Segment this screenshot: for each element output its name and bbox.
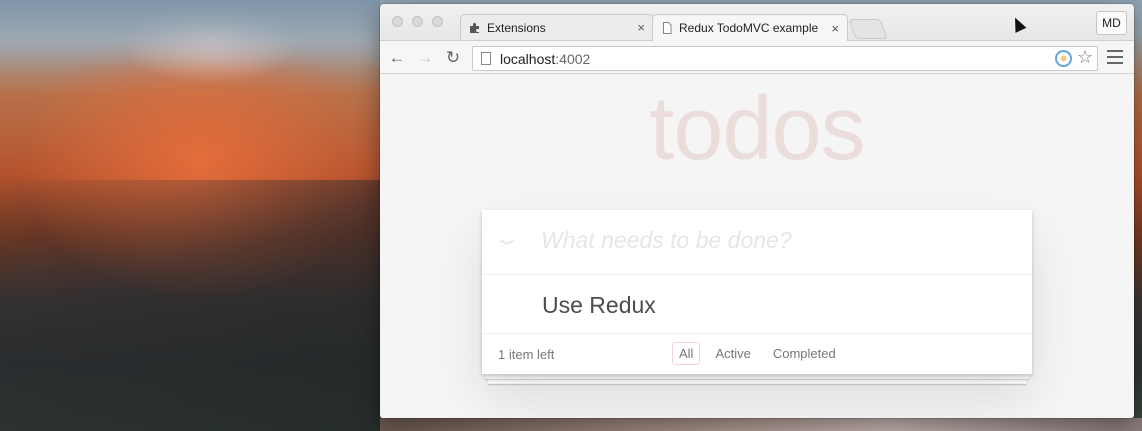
filter-completed[interactable]: Completed [766,342,843,365]
bookmark-star-icon[interactable]: ☆ [1077,48,1093,66]
filter-all[interactable]: All [672,342,701,365]
filter-list: All Active Completed [668,342,847,365]
url-port: :4002 [555,51,591,67]
tab-close-icon[interactable]: × [831,21,839,36]
back-arrow-icon[interactable]: ← [388,48,406,66]
todo-label: Use Redux [542,292,656,318]
reload-icon[interactable]: ↻ [444,48,462,66]
todo-app: ⌄ Use Redux 1 item left All Active Compl… [482,210,1032,384]
tab-close-icon[interactable]: × [637,20,645,35]
page-icon [663,22,672,34]
new-todo-row: ⌄ [482,210,1032,275]
wallpaper-sky [0,0,380,70]
address-bar[interactable]: localhost:4002 ☆ [472,46,1098,71]
browser-toolbar: ← → ↻ localhost:4002 ☆ [380,40,1134,74]
profile-button[interactable]: MD [1096,11,1127,35]
url-text[interactable]: localhost:4002 [500,51,590,67]
new-tab-button[interactable] [848,19,888,39]
new-todo-input[interactable] [541,227,1011,254]
browser-window: Extensions × Redux TodoMVC example × MD … [380,4,1134,418]
page-info-icon[interactable] [481,52,491,65]
tab-label: Redux TodoMVC example [679,21,819,35]
app-title: todos [649,79,865,179]
tab-redux-todomvc[interactable]: Redux TodoMVC example × [652,14,848,41]
wallpaper-shadow [0,180,380,431]
minimize-window-button[interactable] [412,16,423,27]
todo-item[interactable]: Use Redux [482,275,1032,334]
todo-checkbox[interactable] [502,291,528,317]
items-left-count: 1 item left [498,347,555,362]
filter-active[interactable]: Active [708,342,757,365]
tab-extensions[interactable]: Extensions × [460,14,654,40]
zoom-window-button[interactable] [432,16,443,27]
todo-footer: 1 item left All Active Completed [482,334,1032,374]
wallpaper-bottom [380,418,1142,431]
todo-card: ⌄ Use Redux 1 item left All Active Compl… [482,210,1032,374]
extension-icon[interactable] [1055,50,1072,67]
title-bar: Extensions × Redux TodoMVC example × MD [380,4,1134,41]
mouse-cursor-icon [1009,15,1027,33]
url-host: localhost [500,51,556,67]
chevron-down-icon[interactable]: ⌄ [492,230,522,248]
forward-arrow-icon[interactable]: → [416,48,434,66]
tab-label: Extensions [487,20,546,35]
puzzle-icon [470,22,479,33]
menu-icon[interactable] [1107,50,1123,68]
page-content: todos ⌄ Use Redux 1 item left All Active… [380,74,1134,418]
close-window-button[interactable] [392,16,403,27]
